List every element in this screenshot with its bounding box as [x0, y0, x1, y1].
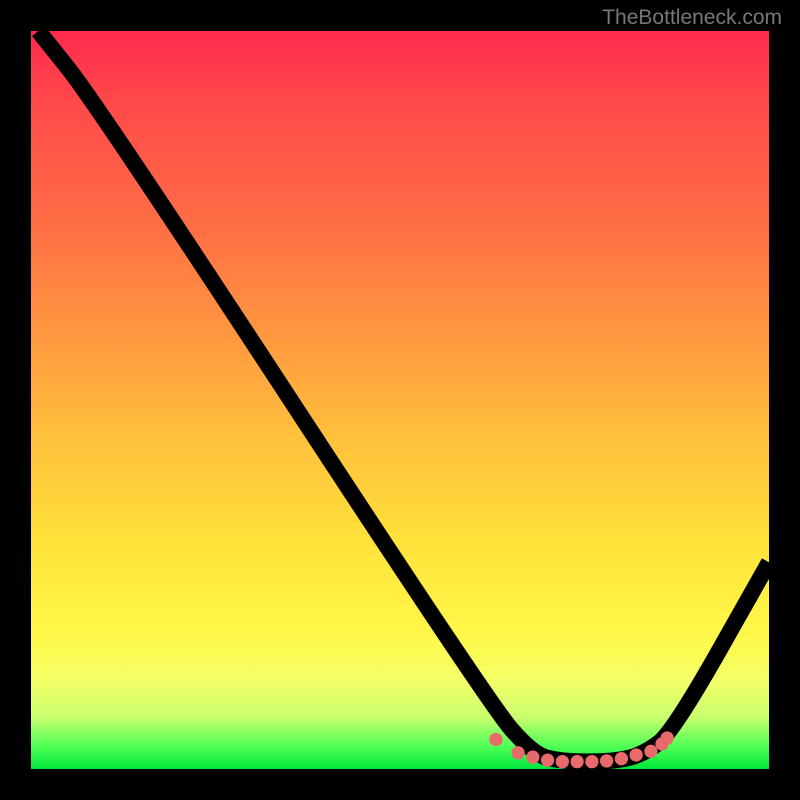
chart-container: TheBottleneck.com — [0, 0, 800, 800]
marker-dot — [644, 745, 657, 758]
watermark-text: TheBottleneck.com — [602, 6, 782, 30]
marker-dot — [556, 755, 569, 768]
marker-dot — [570, 755, 583, 768]
marker-dot — [526, 751, 539, 764]
marker-dot — [630, 748, 643, 761]
marker-dot — [600, 754, 613, 767]
marker-dot — [511, 746, 524, 759]
marker-dot — [489, 733, 502, 746]
marker-dot — [541, 754, 554, 767]
curve-svg — [31, 31, 769, 769]
marker-dot — [661, 731, 674, 744]
marker-dot — [615, 752, 628, 765]
bottleneck-curve — [38, 31, 769, 762]
plot-area — [31, 31, 769, 769]
marker-dot — [585, 755, 598, 768]
